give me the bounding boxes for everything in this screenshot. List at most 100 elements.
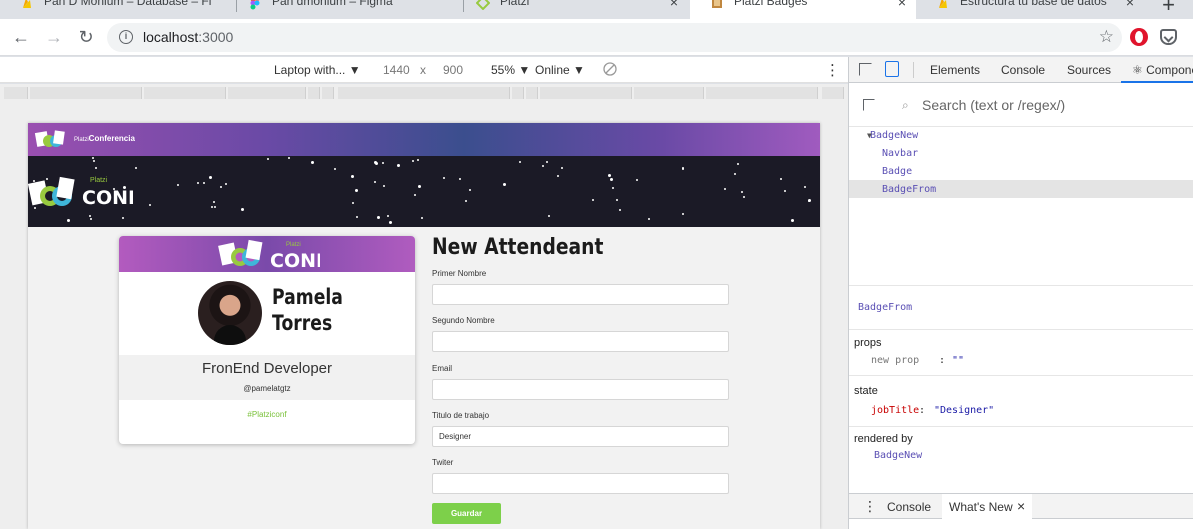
bookmark-star-icon[interactable]: ☆ (1099, 27, 1114, 47)
opera-extension-icon[interactable] (1130, 28, 1148, 46)
svg-text:Platzi: Platzi (286, 242, 301, 248)
platzi-conf-logo-icon[interactable] (34, 128, 66, 150)
star-dot (377, 216, 380, 219)
drawer-tab-console[interactable]: Console (887, 500, 931, 514)
twitter-label: Twiter (432, 458, 454, 467)
back-arrow-icon[interactable]: ← (11, 27, 31, 47)
close-drawer-tab-icon[interactable]: × (1017, 498, 1025, 514)
star-dot (519, 161, 521, 163)
search-input[interactable]: Search (text or /regex/) (922, 97, 1065, 113)
star-dot (383, 185, 385, 187)
device-toggle-icon[interactable] (885, 61, 899, 77)
star-dot (724, 188, 726, 190)
badge-info-section: FronEnd Developer @pamelatgtz (119, 355, 415, 400)
badge-name: Pamela Torres (272, 285, 343, 335)
devtools-panel: Elements Console Sources ⚛ Compone ⌕ Sea… (848, 57, 1193, 529)
state-colon: : (919, 405, 926, 416)
rotate-icon[interactable] (603, 62, 617, 79)
state-heading: state (854, 385, 878, 397)
tree-node-badge[interactable]: Badge (882, 163, 912, 181)
forward-arrow-icon[interactable]: → (44, 27, 64, 47)
star-dot (241, 208, 244, 211)
tree-node-badgefrom[interactable]: BadgeFrom (882, 181, 936, 199)
devtools-tabbar: Elements Console Sources ⚛ Compone (849, 57, 1193, 83)
platzi-conf-badge-logo-icon: Platzi CONF (218, 239, 320, 270)
star-dot (209, 176, 212, 179)
viewport-width-input[interactable]: 1440 (383, 63, 410, 77)
select-component-icon[interactable] (863, 99, 875, 111)
star-dot (414, 194, 416, 196)
tab-elements[interactable]: Elements (930, 63, 980, 77)
tab-console[interactable]: Console (1001, 63, 1045, 77)
star-dot (743, 196, 745, 198)
rendered-by-link[interactable]: BadgeNew (874, 450, 922, 461)
star-dot (465, 200, 467, 202)
star-dot (612, 187, 614, 189)
tab-sources[interactable]: Sources (1067, 63, 1111, 77)
close-tab-icon[interactable]: × (898, 0, 906, 10)
first-name-input[interactable] (432, 284, 729, 305)
close-tab-icon[interactable]: × (1126, 0, 1134, 10)
star-dot (135, 167, 137, 169)
star-dot (784, 190, 786, 192)
star-dot (267, 158, 269, 160)
device-select[interactable]: Laptop with... ▼ (274, 63, 361, 77)
zoom-select[interactable]: 55% ▼ (491, 63, 530, 77)
star-dot (542, 165, 544, 167)
svg-text:CONF: CONF (82, 187, 133, 209)
save-button[interactable]: Guardar (432, 503, 501, 524)
site-info-icon[interactable]: i (119, 30, 133, 44)
star-dot (636, 179, 638, 181)
state-value[interactable]: "Designer" (934, 405, 994, 416)
avatar (198, 281, 262, 345)
star-dot (780, 178, 782, 180)
browser-tab[interactable]: Platzi × (456, 0, 688, 19)
browser-tab[interactable]: Pan D Monium – Database – Fi (0, 0, 232, 19)
expand-arrow-icon[interactable]: ▼ (867, 127, 872, 145)
pocket-extension-icon[interactable] (1160, 29, 1177, 45)
star-dot (177, 184, 179, 186)
inspect-element-icon[interactable] (859, 63, 872, 76)
star-dot (67, 219, 70, 222)
star-dot (334, 168, 336, 170)
new-tab-button[interactable]: + (1162, 0, 1175, 18)
platzi-conf-hero-logo-icon: Platzi CONF (28, 176, 133, 209)
network-throttle-select[interactable]: Online ▼ (535, 63, 585, 77)
job-title-label: Titulo de trabajo (432, 411, 490, 420)
browser-tab[interactable]: Pan dmonium – Figma (228, 0, 460, 19)
star-dot (352, 202, 354, 204)
star-dot (619, 209, 621, 211)
pane-divider (849, 329, 1193, 330)
media-query-ruler (0, 84, 848, 101)
email-input[interactable] (432, 379, 729, 400)
component-search-bar: ⌕ Search (text or /regex/) (849, 83, 1193, 127)
reload-icon[interactable]: ↻ (76, 27, 96, 47)
star-dot (412, 160, 414, 162)
tree-node-badgenew[interactable]: ▼ BadgeNew (858, 127, 918, 145)
dimension-separator: x (420, 63, 426, 77)
star-dot (214, 206, 216, 208)
star-dot (225, 183, 227, 185)
prop-value[interactable]: "" (952, 355, 964, 366)
drawer-menu-icon[interactable]: ⋮ (863, 498, 877, 515)
last-name-input[interactable] (432, 331, 729, 352)
star-dot (288, 157, 290, 159)
job-title-input[interactable]: Designer (432, 426, 729, 447)
tab-components[interactable]: ⚛ Compone (1132, 63, 1193, 77)
close-tab-icon[interactable]: × (670, 0, 678, 10)
navbar-brand[interactable]: PlatziConferencia (74, 134, 135, 143)
star-dot (382, 162, 384, 164)
address-bar[interactable]: i localhost:3000 ☆ (107, 23, 1122, 52)
tree-node-navbar[interactable]: Navbar (882, 145, 918, 163)
star-dot (741, 191, 743, 193)
browser-tab[interactable]: Estructura tu base de datos × (916, 0, 1144, 19)
star-dot (90, 218, 92, 220)
star-dot (374, 181, 376, 183)
star-dot (213, 201, 215, 203)
browser-tab-active[interactable]: Platzi Badges × (690, 0, 916, 19)
more-options-icon[interactable]: ⋮ (825, 61, 840, 79)
twitter-input[interactable] (432, 473, 729, 494)
drawer-tab-whats-new[interactable]: What's New (949, 500, 1013, 514)
viewport-height-input[interactable]: 900 (443, 63, 463, 77)
star-dot (417, 159, 419, 161)
